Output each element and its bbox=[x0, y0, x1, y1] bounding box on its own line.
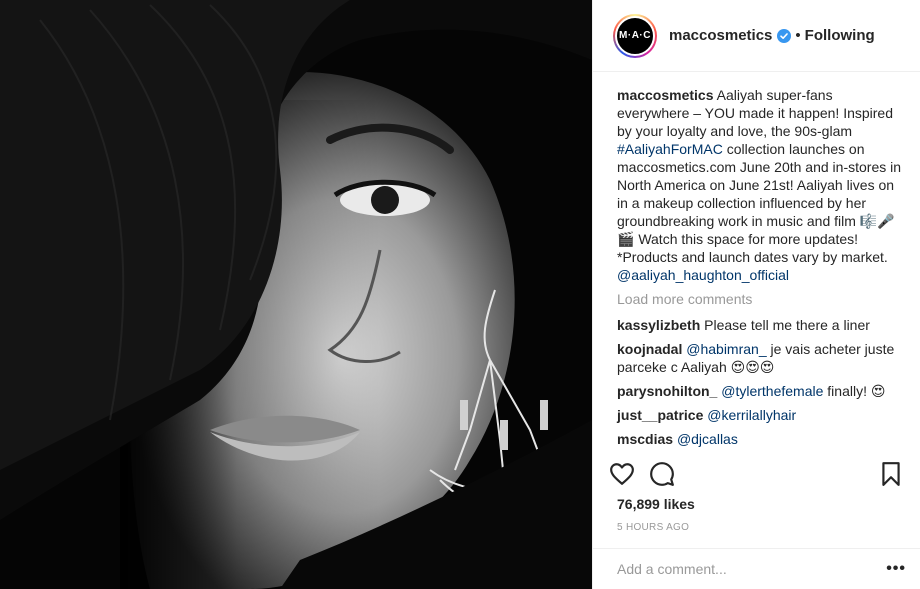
avatar[interactable]: M·A·C bbox=[613, 13, 657, 58]
comment-username[interactable]: parysnohilton_ bbox=[617, 383, 717, 399]
load-more-comments-button[interactable]: Load more comments bbox=[617, 290, 904, 308]
add-comment-bar: ••• bbox=[593, 548, 920, 589]
comment-text: finally! 😍 bbox=[823, 383, 886, 399]
post-caption: maccosmetics Aaliyah super-fans everywhe… bbox=[617, 86, 904, 284]
comment-item: parysnohilton_ @tylerthefemale finally! … bbox=[617, 382, 904, 400]
comment-mention[interactable]: @kerrilallyhair bbox=[707, 407, 796, 423]
comment-item: kassylizbeth Please tell me there a line… bbox=[617, 316, 904, 334]
comments-list[interactable]: maccosmetics Aaliyah super-fans everywhe… bbox=[593, 72, 920, 448]
post-header: M·A·C maccosmetics • Following bbox=[593, 0, 920, 72]
avatar-logo: M·A·C bbox=[615, 15, 655, 56]
post-actions bbox=[609, 458, 904, 490]
comment-mention[interactable]: @djcallas bbox=[677, 431, 738, 447]
caption-username[interactable]: maccosmetics bbox=[617, 87, 714, 103]
post-side-panel: M·A·C maccosmetics • Following maccosmet… bbox=[592, 0, 920, 589]
comment-mention[interactable]: @tylerthefemale bbox=[721, 383, 823, 399]
comment-item: koojnadal @habimran_ je vais acheter jus… bbox=[617, 340, 904, 376]
caption-hashtag[interactable]: #AaliyahForMAC bbox=[617, 141, 723, 157]
post-photo[interactable] bbox=[0, 0, 592, 589]
comment-text: Please tell me there a liner bbox=[704, 317, 870, 333]
add-comment-input[interactable] bbox=[617, 561, 887, 577]
comment-bubble-icon[interactable] bbox=[649, 461, 675, 487]
comment-username[interactable]: kassylizbeth bbox=[617, 317, 700, 333]
heart-icon[interactable] bbox=[609, 461, 635, 487]
comment-item: just__patrice @kerrilallyhair bbox=[617, 406, 904, 424]
more-options-button[interactable]: ••• bbox=[886, 560, 906, 578]
comment-username[interactable]: koojnadal bbox=[617, 341, 682, 357]
header-username[interactable]: maccosmetics bbox=[669, 27, 772, 44]
comment-username[interactable]: just__patrice bbox=[617, 407, 703, 423]
following-button[interactable]: Following bbox=[805, 27, 875, 44]
caption-text-2: collection launches on maccosmetics.com … bbox=[617, 141, 902, 265]
comment-mention[interactable]: @habimran_ bbox=[686, 341, 766, 357]
verified-badge-icon bbox=[777, 28, 792, 43]
separator-dot: • bbox=[795, 27, 801, 44]
portrait-image bbox=[0, 0, 592, 589]
caption-mention[interactable]: @aaliyah_haughton_official bbox=[617, 267, 789, 283]
comment-item: mscdias @djcallas bbox=[617, 430, 904, 448]
comment-username[interactable]: mscdias bbox=[617, 431, 673, 447]
post-timestamp: 5 HOURS AGO bbox=[617, 522, 690, 533]
bookmark-icon[interactable] bbox=[878, 461, 904, 487]
likes-count[interactable]: 76,899 likes bbox=[617, 496, 695, 512]
